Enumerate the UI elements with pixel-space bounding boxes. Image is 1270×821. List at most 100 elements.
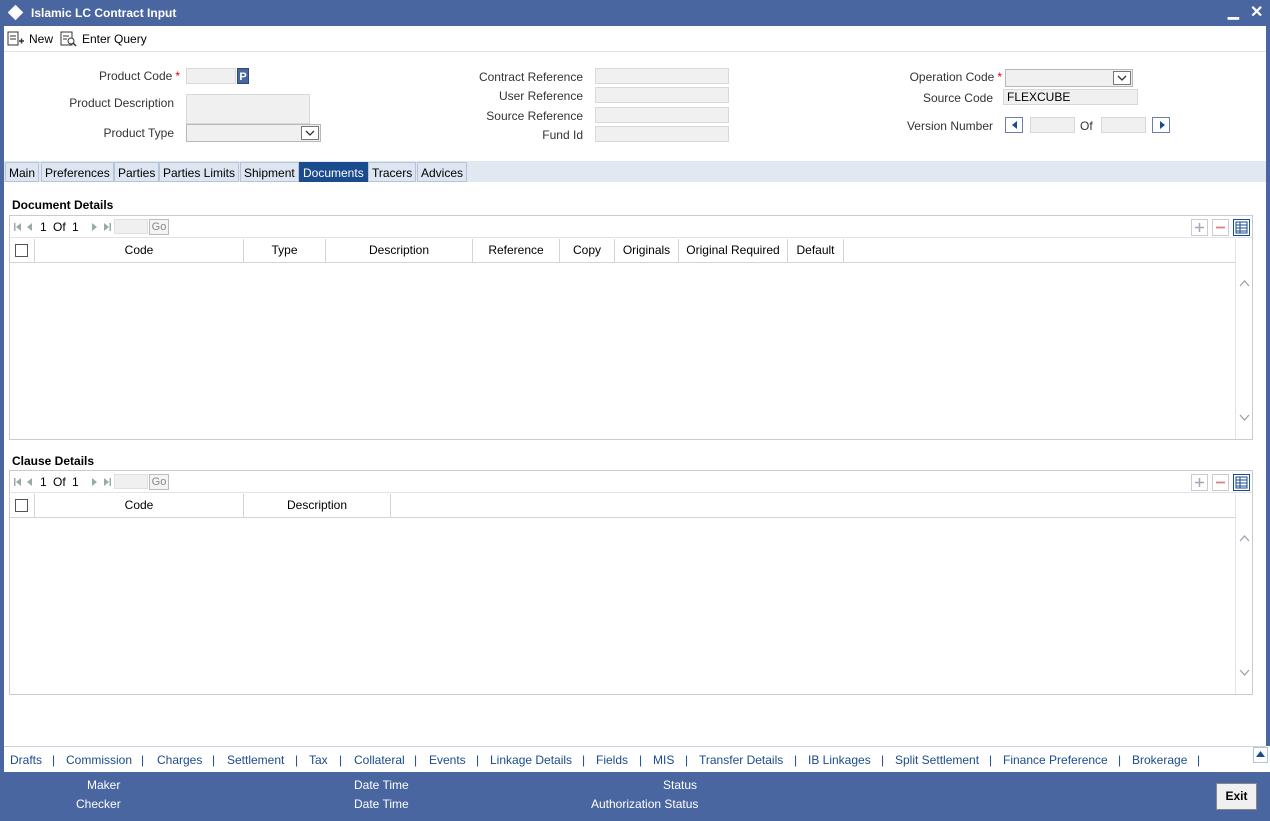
go-button[interactable]: Go xyxy=(149,474,169,490)
prev-page-icon[interactable] xyxy=(26,477,34,487)
product-type-select[interactable] xyxy=(186,124,321,142)
window-title: Islamic LC Contract Input xyxy=(31,6,177,20)
exit-button[interactable]: Exit xyxy=(1216,783,1257,810)
links-scroll-button[interactable] xyxy=(1253,747,1268,763)
minimize-icon[interactable]: ▁ xyxy=(1228,3,1239,20)
link-separator: | xyxy=(212,753,216,767)
user-reference-label: User Reference xyxy=(498,89,583,103)
link-fields[interactable]: Fields xyxy=(596,753,628,767)
column-header[interactable]: Originals xyxy=(615,239,679,262)
link-separator: | xyxy=(1118,753,1122,767)
link-brokerage[interactable]: Brokerage xyxy=(1132,753,1187,767)
link-separator: | xyxy=(989,753,993,767)
source-reference-input[interactable] xyxy=(595,107,729,123)
clause-grid-scrollbar[interactable] xyxy=(1235,494,1252,694)
authorization-status-label: Authorization Status xyxy=(591,797,699,811)
minus-icon xyxy=(1216,226,1225,229)
add-row-button[interactable] xyxy=(1191,219,1208,236)
column-header[interactable]: Description xyxy=(326,239,473,262)
tab-parties-limits[interactable]: Parties Limits xyxy=(159,162,240,182)
page-of-label: Of xyxy=(53,475,66,489)
product-type-label: Product Type xyxy=(103,126,175,140)
column-header[interactable]: Code xyxy=(35,239,244,262)
required-marker: * xyxy=(175,69,180,83)
add-row-button[interactable] xyxy=(1191,474,1208,491)
scroll-up-icon[interactable] xyxy=(1239,279,1250,287)
link-finance-preference[interactable]: Finance Preference xyxy=(1003,753,1108,767)
new-button[interactable]: New xyxy=(7,31,53,47)
clause-grid-header: Code Description xyxy=(10,494,1236,518)
scroll-down-icon[interactable] xyxy=(1239,414,1250,422)
delete-row-button[interactable] xyxy=(1212,474,1229,491)
document-details-title: Document Details xyxy=(12,198,114,212)
version-number-label: Version Number xyxy=(906,119,993,133)
next-page-icon[interactable] xyxy=(90,222,98,232)
tab-parties[interactable]: Parties xyxy=(114,162,160,182)
single-view-button[interactable] xyxy=(1233,474,1250,491)
page-total: 1 xyxy=(72,220,79,234)
tab-main[interactable]: Main xyxy=(5,162,40,182)
scroll-up-icon[interactable] xyxy=(1239,534,1250,542)
column-header[interactable]: Copy xyxy=(560,239,615,262)
last-page-icon[interactable] xyxy=(102,222,112,232)
operation-code-select[interactable] xyxy=(1005,69,1133,87)
link-collateral[interactable]: Collateral xyxy=(354,753,405,767)
tab-documents[interactable]: Documents xyxy=(299,162,368,182)
next-page-icon[interactable] xyxy=(90,477,98,487)
column-header[interactable]: Type xyxy=(244,239,326,262)
prev-page-icon[interactable] xyxy=(26,222,34,232)
version-current-input[interactable] xyxy=(1030,117,1075,133)
delete-row-button[interactable] xyxy=(1212,219,1229,236)
document-grid-scrollbar[interactable] xyxy=(1235,239,1252,439)
version-prev-button[interactable] xyxy=(1005,117,1023,133)
user-reference-input[interactable] xyxy=(595,87,729,103)
enter-query-button[interactable]: Enter Query xyxy=(60,31,147,47)
column-header[interactable]: Default xyxy=(788,239,844,262)
close-icon[interactable]: ✕ xyxy=(1250,2,1263,22)
tab-tracers[interactable]: Tracers xyxy=(368,162,417,182)
first-page-icon[interactable] xyxy=(13,222,23,232)
single-view-button[interactable] xyxy=(1233,219,1250,236)
link-drafts[interactable]: Drafts xyxy=(10,753,42,767)
checker-date-time-label: Date Time xyxy=(354,797,409,811)
link-tax[interactable]: Tax xyxy=(309,753,328,767)
link-settlement[interactable]: Settlement xyxy=(227,753,284,767)
link-mis[interactable]: MIS xyxy=(653,753,674,767)
go-button[interactable]: Go xyxy=(149,219,169,235)
select-all-checkbox[interactable] xyxy=(15,244,28,257)
product-code-input[interactable] xyxy=(186,68,236,84)
scroll-down-icon[interactable] xyxy=(1239,669,1250,677)
tab-preferences[interactable]: Preferences xyxy=(41,162,114,182)
link-linkage-details[interactable]: Linkage Details xyxy=(490,753,572,767)
page-number-input[interactable] xyxy=(114,474,148,489)
tab-shipment[interactable]: Shipment xyxy=(240,162,299,182)
product-description-input[interactable] xyxy=(186,94,310,124)
source-code-input[interactable]: FLEXCUBE xyxy=(1003,89,1138,105)
fund-id-input[interactable] xyxy=(595,126,729,142)
link-transfer-details[interactable]: Transfer Details xyxy=(699,753,783,767)
column-header[interactable]: Reference xyxy=(473,239,560,262)
select-all-checkbox[interactable] xyxy=(15,499,28,512)
contract-reference-input[interactable] xyxy=(595,68,729,84)
column-header[interactable]: Original Required xyxy=(679,239,788,262)
link-charges[interactable]: Charges xyxy=(157,753,202,767)
link-split-settlement[interactable]: Split Settlement xyxy=(895,753,979,767)
operation-code-label: Operation Code * xyxy=(909,70,1002,84)
document-details-grid: 1 Of 1 Go Code Type Description Referenc… xyxy=(9,215,1253,440)
column-header[interactable]: Code xyxy=(35,494,244,517)
window-frame-left xyxy=(0,26,4,821)
status-label: Status xyxy=(663,778,698,792)
link-separator: | xyxy=(881,753,885,767)
column-header[interactable]: Description xyxy=(244,494,391,517)
window-frame-right xyxy=(1266,26,1270,746)
link-ib-linkages[interactable]: IB Linkages xyxy=(808,753,871,767)
last-page-icon[interactable] xyxy=(102,477,112,487)
link-events[interactable]: Events xyxy=(429,753,466,767)
tab-advices[interactable]: Advices xyxy=(417,162,468,182)
checker-label: Checker xyxy=(76,797,121,811)
page-number-input[interactable] xyxy=(114,219,148,234)
version-next-button[interactable] xyxy=(1152,117,1170,133)
first-page-icon[interactable] xyxy=(13,477,23,487)
product-code-lookup-button[interactable]: P xyxy=(237,68,249,84)
link-commission[interactable]: Commission xyxy=(66,753,132,767)
